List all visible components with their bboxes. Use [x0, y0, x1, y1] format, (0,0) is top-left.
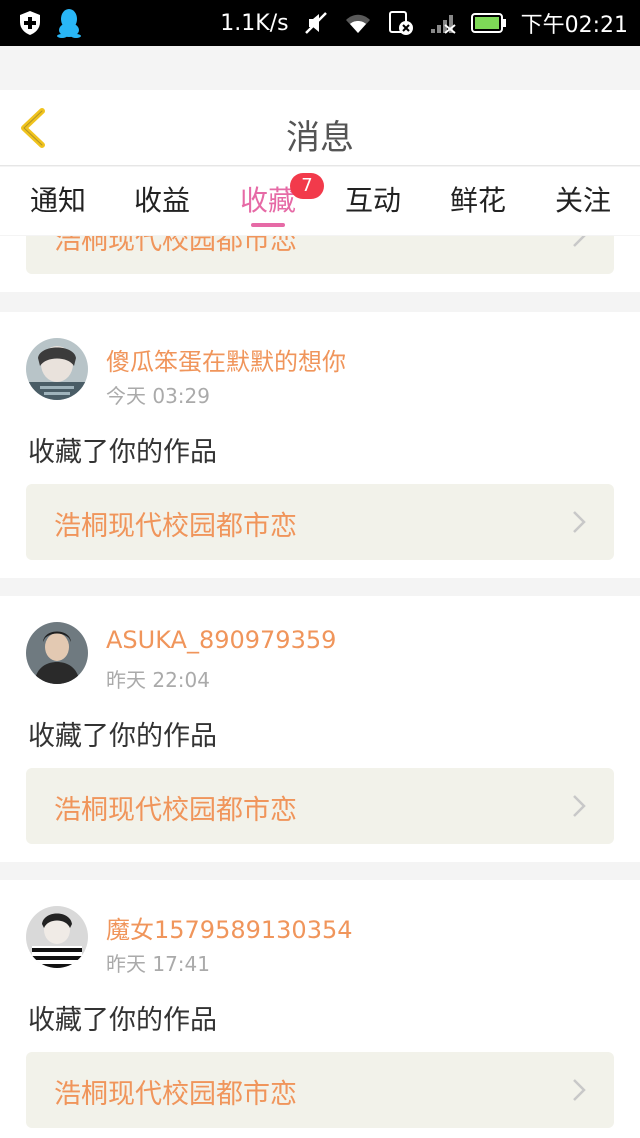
- work-title: 浩桐现代校园都市恋: [54, 795, 297, 826]
- page-title: 消息: [286, 118, 354, 158]
- network-speed: 1.1K/s: [220, 10, 289, 36]
- chevron-right-icon: [573, 236, 586, 247]
- avatar[interactable]: [26, 338, 88, 400]
- chevron-right-icon: [573, 1079, 586, 1101]
- battery-icon: [470, 13, 506, 33]
- tab-flowers[interactable]: 鲜花: [438, 179, 518, 219]
- tab-favorites[interactable]: 收藏 7: [228, 173, 324, 219]
- tab-bar: 通知 收益 收藏 7 互动 鲜花 关注: [0, 167, 640, 235]
- chevron-right-icon: [573, 795, 586, 817]
- tab-earnings[interactable]: 收益: [122, 179, 202, 219]
- action-text: 收藏了你的作品: [28, 1005, 217, 1036]
- message-list: 浩桐现代校园都市恋 傻瓜笨蛋在默默的想你 今天 03:29 收藏了你的作品 浩桐…: [0, 236, 640, 1138]
- tab-following[interactable]: 关注: [543, 179, 623, 219]
- work-link[interactable]: 浩桐现代校园都市恋: [26, 1052, 614, 1128]
- tab-favorites-label: 收藏: [239, 184, 296, 217]
- work-title: 浩桐现代校园都市恋: [54, 1079, 297, 1110]
- top-spacer: [0, 46, 640, 90]
- timestamp: 昨天 17:41: [106, 952, 210, 976]
- avatar[interactable]: [26, 622, 88, 684]
- username[interactable]: 傻瓜笨蛋在默默的想你: [106, 342, 346, 377]
- clock: 下午02:21: [520, 13, 628, 38]
- header-bar: 消息: [0, 90, 640, 166]
- list-item: 浩桐现代校园都市恋: [0, 236, 640, 292]
- work-link[interactable]: 浩桐现代校园都市恋: [26, 768, 614, 844]
- username[interactable]: ASUKA_890979359: [106, 626, 336, 654]
- work-title: 浩桐现代校园都市恋: [54, 236, 297, 256]
- action-text: 收藏了你的作品: [28, 437, 217, 468]
- work-link[interactable]: 浩桐现代校园都市恋: [26, 484, 614, 560]
- username[interactable]: 魔女1579589130354: [106, 910, 353, 945]
- list-item: 魔女1579589130354 昨天 17:41 收藏了你的作品 浩桐现代校园都…: [0, 880, 640, 1138]
- shield-plus-icon: [20, 11, 40, 35]
- signal-icon: [430, 15, 456, 34]
- list-item: 傻瓜笨蛋在默默的想你 今天 03:29 收藏了你的作品 浩桐现代校园都市恋: [0, 312, 640, 578]
- list-item: ASUKA_890979359 昨天 22:04 收藏了你的作品 浩桐现代校园都…: [0, 596, 640, 862]
- active-tab-indicator: [251, 223, 285, 227]
- sim-off-icon: [388, 11, 413, 35]
- tab-interactions[interactable]: 互动: [333, 179, 413, 219]
- unread-badge: 7: [290, 173, 324, 199]
- timestamp: 今天 03:29: [106, 384, 210, 408]
- work-title: 浩桐现代校园都市恋: [54, 511, 297, 542]
- status-bar: 1.1K/s 下午02:21: [0, 0, 640, 46]
- avatar[interactable]: [26, 906, 88, 968]
- work-link[interactable]: 浩桐现代校园都市恋: [26, 236, 614, 274]
- mute-icon: [304, 12, 327, 34]
- tab-notifications[interactable]: 通知: [18, 179, 98, 219]
- qq-penguin-icon: [57, 9, 81, 38]
- action-text: 收藏了你的作品: [28, 721, 217, 752]
- wifi-icon: [345, 14, 370, 33]
- chevron-right-icon: [573, 511, 586, 533]
- timestamp: 昨天 22:04: [106, 668, 210, 692]
